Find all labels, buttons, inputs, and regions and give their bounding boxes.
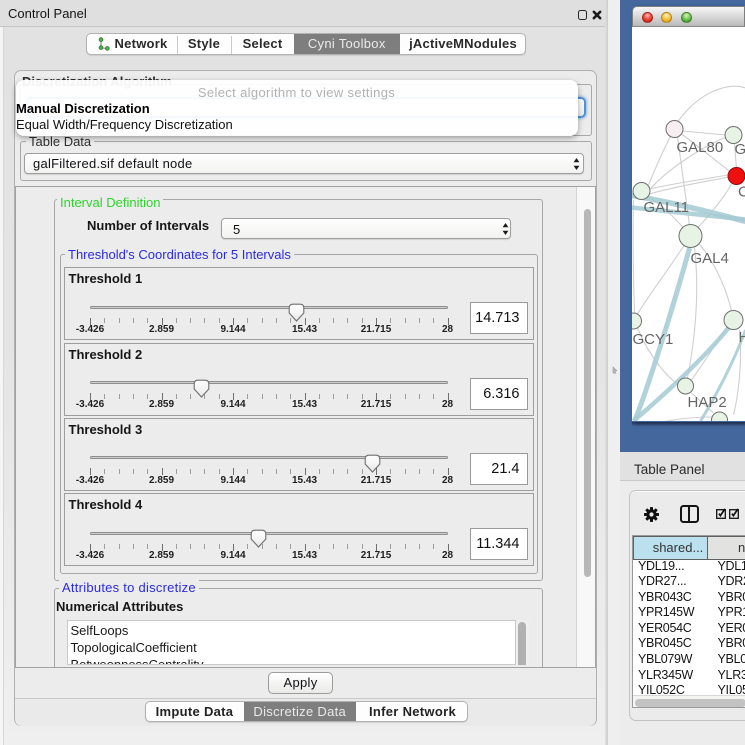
svg-text:GA: GA xyxy=(734,141,745,158)
svg-text:H: H xyxy=(738,329,745,346)
svg-text:GAL11: GAL11 xyxy=(643,199,689,216)
svg-text:GCY1: GCY1 xyxy=(632,331,673,348)
svg-text:GAL80: GAL80 xyxy=(676,139,723,156)
svg-text:GAL4: GAL4 xyxy=(690,250,728,267)
svg-text:HAP2: HAP2 xyxy=(687,394,726,411)
svg-text:C: C xyxy=(738,184,745,201)
